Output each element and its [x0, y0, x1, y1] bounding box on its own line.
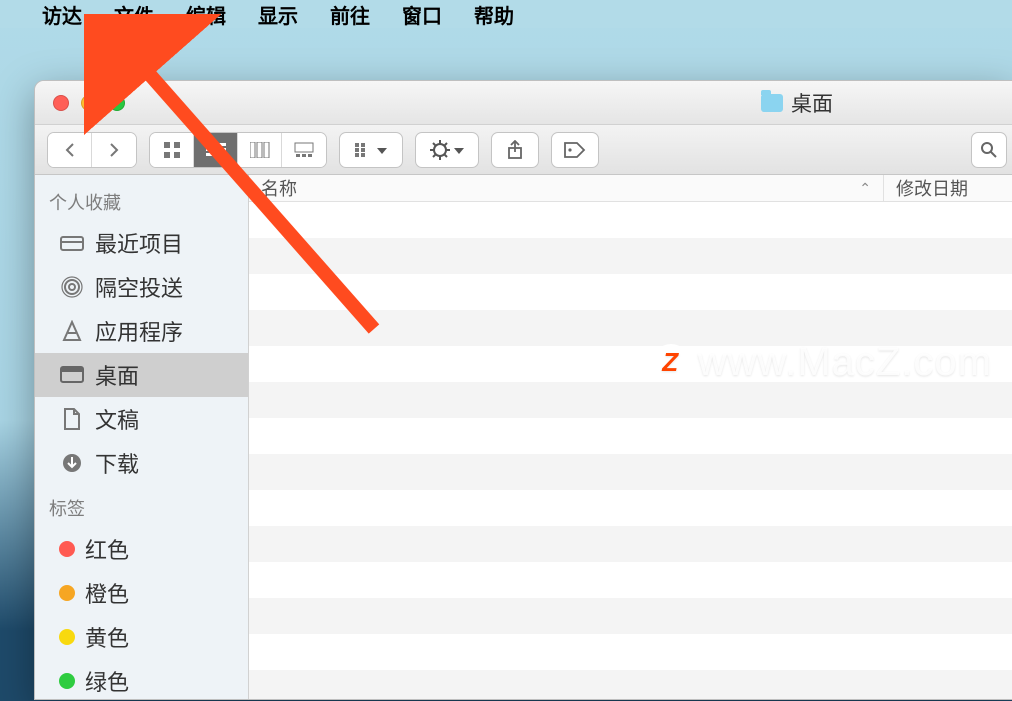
- menubar: 访达 文件 编辑 显示 前往 窗口 帮助: [0, 0, 1012, 28]
- sidebar-item-applications[interactable]: 应用程序: [35, 309, 248, 353]
- list-row: [249, 454, 1012, 490]
- list-row: [249, 418, 1012, 454]
- list-view-button[interactable]: [194, 133, 238, 167]
- column-headers: 名称 ⌃ 修改日期: [249, 175, 1012, 202]
- close-button[interactable]: [53, 95, 69, 111]
- tag-dot-icon: [59, 541, 75, 557]
- share-button[interactable]: [491, 132, 539, 168]
- list-row: [249, 634, 1012, 670]
- sidebar-tag-green[interactable]: 绿色: [35, 659, 248, 699]
- forward-button[interactable]: [92, 133, 136, 167]
- airdrop-icon: [59, 276, 85, 298]
- file-list[interactable]: [249, 202, 1012, 700]
- sidebar-item-recents[interactable]: 最近项目: [35, 221, 248, 265]
- sidebar-item-label: 应用程序: [95, 315, 183, 347]
- chevron-down-icon: [377, 141, 387, 159]
- recents-icon: [59, 232, 85, 254]
- sidebar-item-label: 绿色: [85, 665, 129, 697]
- menu-window[interactable]: 窗口: [402, 0, 442, 29]
- menu-file[interactable]: 文件: [114, 0, 154, 29]
- sidebar-favorites-header: 个人收藏: [35, 179, 248, 221]
- menu-go[interactable]: 前往: [330, 0, 370, 29]
- content-area: 名称 ⌃ 修改日期: [249, 175, 1012, 699]
- sidebar-item-label: 红色: [85, 533, 129, 565]
- sort-indicator-icon: ⌃: [859, 180, 871, 197]
- list-row: [249, 598, 1012, 634]
- sidebar-tag-orange[interactable]: 橙色: [35, 571, 248, 615]
- list-row: [249, 382, 1012, 418]
- titlebar[interactable]: 桌面: [35, 81, 1012, 125]
- sidebar-item-label: 文稿: [95, 403, 139, 435]
- list-row: [249, 202, 1012, 238]
- gallery-view-button[interactable]: [282, 133, 326, 167]
- column-name-header[interactable]: 名称 ⌃: [249, 175, 883, 201]
- tag-dot-icon: [59, 629, 75, 645]
- sidebar-item-label: 下载: [95, 447, 139, 479]
- sidebar-item-downloads[interactable]: 下载: [35, 441, 248, 485]
- tag-dot-icon: [59, 673, 75, 689]
- sidebar-tag-yellow[interactable]: 黄色: [35, 615, 248, 659]
- watermark-logo-icon: Z: [652, 344, 690, 382]
- list-row: [249, 274, 1012, 310]
- desktop-icon: [59, 364, 85, 386]
- sidebar-item-documents[interactable]: 文稿: [35, 397, 248, 441]
- list-row: [249, 526, 1012, 562]
- menu-finder[interactable]: 访达: [42, 0, 82, 29]
- view-mode-buttons: [149, 132, 327, 168]
- sidebar-item-label: 桌面: [95, 359, 139, 391]
- sidebar-item-desktop[interactable]: 桌面: [35, 353, 248, 397]
- minimize-button[interactable]: [81, 95, 97, 111]
- column-name-label: 名称: [261, 175, 297, 201]
- column-date-label: 修改日期: [896, 179, 968, 199]
- applications-icon: [59, 320, 85, 342]
- nav-buttons: [47, 132, 137, 168]
- sidebar-item-label: 隔空投送: [95, 271, 183, 303]
- tag-dot-icon: [59, 585, 75, 601]
- chevron-down-icon: [454, 141, 464, 159]
- window-title: 桌面: [761, 88, 833, 118]
- folder-icon: [761, 94, 783, 112]
- tags-button[interactable]: [551, 132, 599, 168]
- toolbar: [35, 125, 1012, 175]
- list-row: [249, 238, 1012, 274]
- sidebar: 个人收藏 最近项目 隔空投送 应用程序 桌面 文稿: [35, 175, 249, 699]
- icon-view-button[interactable]: [150, 133, 194, 167]
- action-button[interactable]: [415, 132, 479, 168]
- watermark: Z www.MacZ.com: [652, 340, 992, 385]
- documents-icon: [59, 408, 85, 430]
- back-button[interactable]: [48, 133, 92, 167]
- traffic-lights: [35, 95, 125, 111]
- list-row: [249, 670, 1012, 700]
- zoom-button[interactable]: [109, 95, 125, 111]
- list-row: [249, 562, 1012, 598]
- finder-window: 桌面: [34, 80, 1012, 700]
- sidebar-item-airdrop[interactable]: 隔空投送: [35, 265, 248, 309]
- sidebar-tag-red[interactable]: 红色: [35, 527, 248, 571]
- watermark-text: www.MacZ.com: [698, 340, 992, 385]
- sidebar-item-label: 黄色: [85, 621, 129, 653]
- group-button[interactable]: [339, 132, 403, 168]
- search-button[interactable]: [971, 132, 1007, 168]
- sidebar-item-label: 橙色: [85, 577, 129, 609]
- sidebar-item-label: 最近项目: [95, 227, 183, 259]
- list-row: [249, 490, 1012, 526]
- column-date-header[interactable]: 修改日期: [883, 175, 1012, 201]
- menu-help[interactable]: 帮助: [474, 0, 514, 29]
- menu-edit[interactable]: 编辑: [186, 0, 226, 29]
- downloads-icon: [59, 452, 85, 474]
- menu-view[interactable]: 显示: [258, 0, 298, 29]
- window-title-text: 桌面: [791, 88, 833, 118]
- sidebar-tags-header: 标签: [35, 485, 248, 527]
- column-view-button[interactable]: [238, 133, 282, 167]
